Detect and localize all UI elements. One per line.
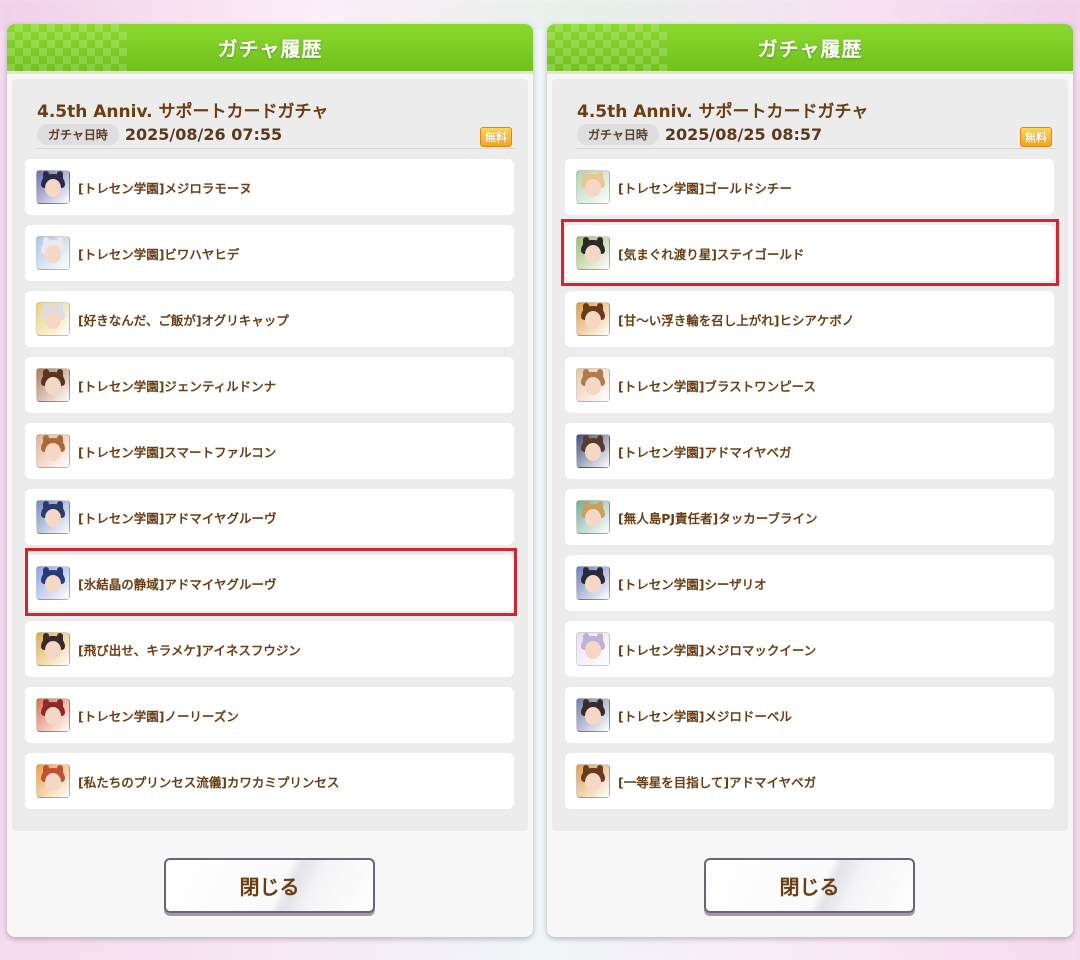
character-thumbnail-icon [576,566,610,600]
card-name: [好きなんだ、ご飯が]オグリキャップ [78,312,289,328]
card-list[interactable]: [トレセン学園]ゴールドシチー [気まぐれ渡り星]ステイゴールド [甘～い浮き輪を召… [565,159,1054,819]
card-name: [無人島PJ責任者]タッカーブライン [618,510,818,526]
dialog-titlebar: ガチャ履歴 [7,24,533,71]
header-divider [36,148,516,149]
card-row[interactable]: [氷結晶の静域]アドマイヤグルーヴ [25,555,514,611]
card-row[interactable]: [トレセン学園]スマートファルコン [25,423,514,479]
card-name: [トレセン学園]ジェンティルドンナ [78,378,277,394]
character-thumbnail-icon [36,632,70,666]
date-value: 2025/08/25 08:57 [664,125,823,144]
character-thumbnail-icon [36,698,70,732]
dialog-titlebar: ガチャ履歴 [547,24,1073,71]
dialog-title: ガチャ履歴 [217,37,323,61]
gacha-name: 4.5th Anniv. サポートカードガチャ [577,102,869,122]
history-content: 4.5th Anniv. サポートカードガチャ ガチャ日時 2025/08/25… [552,79,1068,831]
card-name: [トレセン学園]アドマイヤグルーヴ [78,510,277,526]
card-row[interactable]: [トレセン学園]ノーリーズン [25,687,514,743]
character-thumbnail-icon [576,302,610,336]
card-row[interactable]: [気まぐれ渡り星]ステイゴールド [565,225,1054,281]
card-row[interactable]: [トレセン学園]シーザリオ [565,555,1054,611]
free-badge: 無料 [1020,127,1052,147]
character-thumbnail-icon [36,236,70,270]
character-thumbnail-icon [36,500,70,534]
character-thumbnail-icon [576,236,610,270]
history-content: 4.5th Anniv. サポートカードガチャ ガチャ日時 2025/08/26… [12,79,528,831]
character-thumbnail-icon [36,434,70,468]
free-badge: 無料 [480,127,512,147]
character-thumbnail-icon [576,500,610,534]
header-divider [576,148,1056,149]
card-row[interactable]: [トレセン学園]ビワハヤヒデ [25,225,514,281]
character-thumbnail-icon [576,632,610,666]
card-name: [トレセン学園]ゴールドシチー [618,180,792,196]
character-thumbnail-icon [576,368,610,402]
title-underline [7,71,533,74]
card-row[interactable]: [トレセン学園]メジロマックイーン [565,621,1054,677]
card-name: [気まぐれ渡り星]ステイゴールド [618,246,805,262]
card-row[interactable]: [トレセン学園]ジェンティルドンナ [25,357,514,413]
date-value: 2025/08/26 07:55 [124,125,283,144]
card-row[interactable]: [トレセン学園]ブラストワンピース [565,357,1054,413]
card-row[interactable]: [好きなんだ、ご飯が]オグリキャップ [25,291,514,347]
gacha-history-dialog-left: ガチャ履歴 4.5th Anniv. サポートカードガチャ ガチャ日時 2025… [7,24,533,937]
card-name: [トレセン学園]スマートファルコン [78,444,277,460]
card-name: [トレセン学園]メジロドーベル [618,708,792,724]
card-row[interactable]: [トレセン学園]アドマイヤベガ [565,423,1054,479]
card-row[interactable]: [飛び出せ、キラメケ]アイネスフウジン [25,621,514,677]
character-thumbnail-icon [576,170,610,204]
date-row: ガチャ日時 2025/08/26 07:55 [37,124,282,145]
dialog-title: ガチャ履歴 [757,37,863,61]
character-thumbnail-icon [36,764,70,798]
card-list[interactable]: [トレセン学園]メジロラモーヌ [トレセン学園]ビワハヤヒデ [好きなんだ、ご飯が]… [25,159,514,819]
date-label: ガチャ日時 [37,124,119,145]
date-label: ガチャ日時 [577,124,659,145]
card-name: [トレセン学園]ブラストワンピース [618,378,817,394]
card-row[interactable]: [トレセン学園]ゴールドシチー [565,159,1054,215]
close-button[interactable]: 閉じる [164,858,375,913]
card-name: [飛び出せ、キラメケ]アイネスフウジン [78,642,301,658]
card-name: [甘～い浮き輪を召し上がれ]ヒシアケボノ [618,312,855,328]
card-name: [トレセン学園]メジロラモーヌ [78,180,252,196]
card-row[interactable]: [甘～い浮き輪を召し上がれ]ヒシアケボノ [565,291,1054,347]
close-button[interactable]: 閉じる [704,858,915,913]
character-thumbnail-icon [36,368,70,402]
card-name: [氷結晶の静域]アドマイヤグルーヴ [78,576,277,592]
card-name: [トレセン学園]ノーリーズン [78,708,239,724]
card-name: [一等星を目指して]アドマイヤベガ [618,774,817,790]
character-thumbnail-icon [576,698,610,732]
card-name: [トレセン学園]シーザリオ [618,576,767,592]
gacha-name: 4.5th Anniv. サポートカードガチャ [37,102,329,122]
card-name: [トレセン学園]メジロマックイーン [618,642,817,658]
character-thumbnail-icon [576,434,610,468]
character-thumbnail-icon [36,566,70,600]
date-row: ガチャ日時 2025/08/25 08:57 [577,124,822,145]
card-row[interactable]: [無人島PJ責任者]タッカーブライン [565,489,1054,545]
character-thumbnail-icon [36,170,70,204]
card-row[interactable]: [トレセン学園]メジロドーベル [565,687,1054,743]
character-thumbnail-icon [36,302,70,336]
gacha-history-dialog-right: ガチャ履歴 4.5th Anniv. サポートカードガチャ ガチャ日時 2025… [547,24,1073,937]
card-name: [私たちのプリンセス流儀]カワカミプリンセス [78,774,340,790]
card-name: [トレセン学園]アドマイヤベガ [618,444,792,460]
card-name: [トレセン学園]ビワハヤヒデ [78,246,240,262]
title-underline [547,71,1073,74]
card-row[interactable]: [トレセン学園]メジロラモーヌ [25,159,514,215]
card-row[interactable]: [私たちのプリンセス流儀]カワカミプリンセス [25,753,514,809]
card-row[interactable]: [一等星を目指して]アドマイヤベガ [565,753,1054,809]
card-row[interactable]: [トレセン学園]アドマイヤグルーヴ [25,489,514,545]
character-thumbnail-icon [576,764,610,798]
